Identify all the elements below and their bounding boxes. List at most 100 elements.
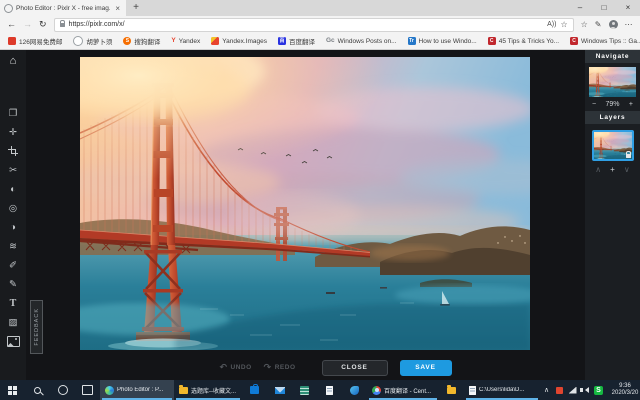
network-icon[interactable] xyxy=(566,387,579,394)
baidu-icon: 百 xyxy=(278,37,286,45)
taskbar-window-users-folder[interactable]: C:\Users\lida\D... xyxy=(464,380,540,400)
bookmark-windows-posts[interactable]: Gc Windows Posts on... xyxy=(326,37,397,45)
layer-item[interactable] xyxy=(592,130,634,161)
explorer-icon xyxy=(447,387,456,394)
bookmark-yandex[interactable]: Y Yandex xyxy=(171,37,200,45)
back-icon[interactable]: ← xyxy=(7,20,16,29)
windows-logo-icon xyxy=(8,386,17,395)
arrange-icon: ❐ xyxy=(9,109,18,119)
draw-tool[interactable]: ✎ xyxy=(0,275,26,294)
forward-icon: → xyxy=(23,20,32,29)
bookmark-45-tips[interactable]: C 45 Tips & Tricks Yo... xyxy=(488,37,559,45)
arrange-tool[interactable]: ❐ xyxy=(0,104,26,123)
c-icon: C xyxy=(570,37,578,45)
bookmark-label: 45 Tips & Tricks Yo... xyxy=(499,38,559,45)
sogou-ime-icon[interactable]: S xyxy=(592,386,605,395)
cutout-tool[interactable]: ✂ xyxy=(0,161,26,180)
taskbar-window-label: 选题库--收藏文... xyxy=(191,386,236,395)
adjust-tool[interactable]: ◐ xyxy=(0,180,26,199)
mail-button[interactable] xyxy=(267,380,292,400)
cortana-button[interactable] xyxy=(50,380,75,400)
bookmark-126mail[interactable]: 126网易免费邮 xyxy=(8,36,62,46)
transform-tool[interactable]: ✛ xyxy=(0,123,26,142)
tray-app-icon[interactable] xyxy=(553,387,566,394)
undo-label: UNDO xyxy=(231,364,252,371)
address-input[interactable]: https://pixlr.com/x/ A)) ☆ xyxy=(54,18,574,32)
add-element-tool[interactable] xyxy=(0,332,26,351)
bookmark-yandex-images[interactable]: Yandex.Images xyxy=(211,37,267,45)
fill-tool[interactable]: ▨ xyxy=(0,313,26,332)
bookmark-sogou-translate[interactable]: S 搜狗翻译 xyxy=(123,36,160,46)
add-favorite-icon[interactable]: ☆ xyxy=(560,20,567,29)
right-panel: Navigate − 79% + Layers ∧ + ∨ xyxy=(585,50,640,380)
taskbar-window-library[interactable]: 选题库--收藏文... xyxy=(174,380,242,400)
new-tab-button[interactable]: + xyxy=(126,0,146,16)
bookmark-label: 搜狗翻译 xyxy=(134,36,160,46)
yandex-images-icon xyxy=(211,37,219,45)
layer-up-icon[interactable]: ∧ xyxy=(595,165,601,174)
bookmark-windows-tips[interactable]: C Windows Tips :: Ga... xyxy=(570,37,640,45)
store-button[interactable] xyxy=(242,380,267,400)
taskbar-window-label: Photo Editor : P... xyxy=(117,387,163,393)
profile-avatar[interactable] xyxy=(609,20,618,29)
canvas-image[interactable] xyxy=(80,57,530,350)
start-button[interactable] xyxy=(0,380,25,400)
add-layer-icon[interactable]: + xyxy=(610,165,615,174)
crop-icon xyxy=(9,147,18,156)
close-button[interactable]: CLOSE xyxy=(322,360,388,376)
taskbar-window-photo-editor[interactable]: Photo Editor : P... xyxy=(100,380,174,400)
favorites-hub-icon[interactable]: ☆ xyxy=(581,20,588,29)
undo-icon: ↶ xyxy=(219,362,227,373)
cent-browser-icon xyxy=(372,386,381,395)
navigate-thumbnail[interactable] xyxy=(589,67,636,97)
volume-icon[interactable] xyxy=(579,387,592,393)
task-view-button[interactable] xyxy=(75,380,100,400)
zoom-in-button[interactable]: + xyxy=(629,101,633,108)
annotate-icon[interactable]: ✎ xyxy=(595,20,602,29)
refresh-icon[interactable]: ↻ xyxy=(39,20,47,29)
bookmark-carrot[interactable]: 胡萝卜须 xyxy=(73,36,112,46)
lock-icon xyxy=(60,23,65,27)
onenote-button[interactable] xyxy=(292,380,317,400)
zoom-out-button[interactable]: − xyxy=(592,101,596,108)
feedback-label: FEEDBACK xyxy=(34,308,40,346)
taskbar-search-button[interactable] xyxy=(25,380,50,400)
read-aloud-icon[interactable]: A)) xyxy=(547,21,556,28)
mail-icon xyxy=(275,387,285,394)
bookmark-how-to-use[interactable]: Tr How to use Windo... xyxy=(408,37,477,45)
retouch-tool[interactable]: ✐ xyxy=(0,256,26,275)
edge-icon xyxy=(105,386,114,395)
taskbar-clock[interactable]: 9:36 2020/3/20 xyxy=(605,383,640,397)
save-button[interactable]: SAVE xyxy=(400,360,452,376)
more-menu-icon[interactable]: ⋯ xyxy=(625,20,634,29)
bookmark-label: Windows Posts on... xyxy=(338,38,397,45)
file-explorer-button[interactable] xyxy=(439,380,464,400)
crop-tool[interactable] xyxy=(0,142,26,161)
yandex-icon: Y xyxy=(171,37,175,45)
tab-close-icon[interactable]: × xyxy=(113,4,122,13)
scissors-icon: ✂ xyxy=(9,166,17,176)
feedback-tab[interactable]: FEEDBACK xyxy=(30,300,43,354)
bookmark-label: Yandex xyxy=(179,38,201,45)
browser-tab[interactable]: Photo Editor : Pixlr X - free imag... × xyxy=(0,0,126,16)
window-close-button[interactable]: × xyxy=(616,0,640,16)
c-icon: C xyxy=(488,37,496,45)
text-tool[interactable]: T xyxy=(0,294,26,313)
home-icon[interactable]: ⌂ xyxy=(0,50,26,72)
bookmark-baidu-translate[interactable]: 百 百度翻译 xyxy=(278,36,315,46)
liquify-tool[interactable]: ≋ xyxy=(0,237,26,256)
filter-tool[interactable]: ◑ xyxy=(0,218,26,237)
taskbar-window-baidu-translate[interactable]: 百度翻译 - Cent... xyxy=(367,380,439,400)
folder-icon xyxy=(179,387,188,394)
bookmarks-bar: 126网易免费邮 胡萝卜须 S 搜狗翻译 Y Yandex Yandex.Ima… xyxy=(0,33,640,50)
tab-title: Photo Editor : Pixlr X - free imag... xyxy=(16,5,110,12)
window-maximize-button[interactable]: □ xyxy=(592,0,616,16)
document-app-button[interactable] xyxy=(317,380,342,400)
window-minimize-button[interactable]: – xyxy=(568,0,592,16)
swoosh-icon xyxy=(350,386,359,395)
effect-tool[interactable]: ◎ xyxy=(0,199,26,218)
layer-down-icon[interactable]: ∨ xyxy=(624,165,630,174)
tray-expand-icon[interactable]: ∧ xyxy=(540,386,553,394)
browser-app-button[interactable] xyxy=(342,380,367,400)
url-text[interactable]: https://pixlr.com/x/ xyxy=(69,21,544,28)
